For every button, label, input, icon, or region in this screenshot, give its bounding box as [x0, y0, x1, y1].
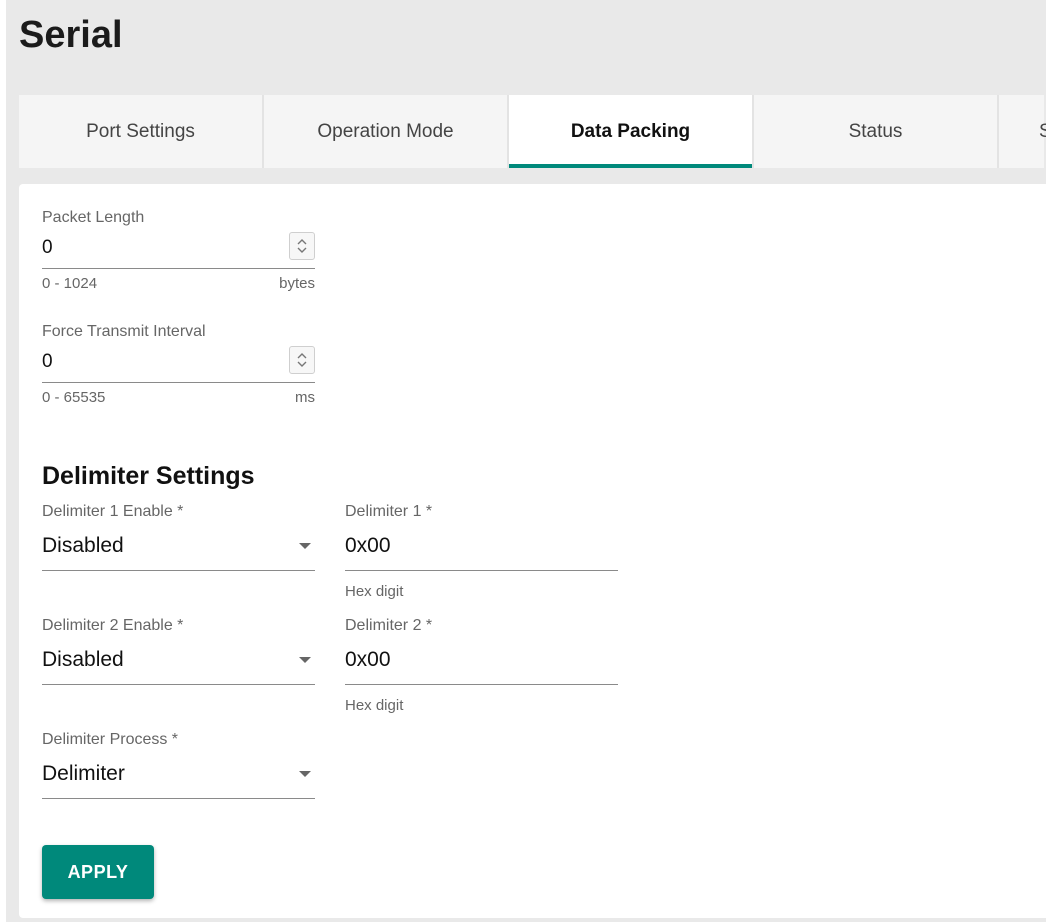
- delimiter2-value[interactable]: 0x00: [345, 648, 391, 672]
- delimiter1-enable-field: Delimiter 1 Enable * Disabled: [42, 502, 315, 571]
- force-transmit-interval-value[interactable]: 0: [42, 351, 53, 373]
- delimiter-process-label: Delimiter Process *: [42, 731, 179, 748]
- delimiter2-field: Delimiter 2 * 0x00 Hex digit: [345, 616, 618, 715]
- delimiter1-label: Delimiter 1 *: [345, 503, 433, 520]
- delimiter1-enable-value[interactable]: Disabled: [42, 534, 124, 558]
- delimiter1-enable-select[interactable]: Disabled: [42, 522, 315, 571]
- delimiter2-hint-row: Hex digit: [345, 697, 618, 715]
- delimiter2-enable-field: Delimiter 2 Enable * Disabled: [42, 616, 315, 685]
- delimiter1-value[interactable]: 0x00: [345, 534, 391, 558]
- packet-length-input[interactable]: 0: [42, 228, 315, 269]
- packet-length-unit: bytes: [279, 275, 315, 292]
- page-title: Serial: [19, 14, 123, 56]
- tab-operation-mode[interactable]: Operation Mode: [264, 95, 509, 168]
- packet-length-label: Packet Length: [42, 209, 145, 226]
- tab-data-packing[interactable]: Data Packing: [509, 95, 754, 168]
- delimiter1-field: Delimiter 1 * 0x00 Hex digit: [345, 502, 618, 601]
- force-transmit-interval-unit: ms: [295, 389, 315, 406]
- packet-length-hint: 0 - 1024 bytes: [42, 275, 315, 293]
- force-transmit-interval-label: Force Transmit Interval: [42, 323, 206, 340]
- force-transmit-interval-stepper-icon[interactable]: [289, 346, 315, 374]
- delimiter1-hint: Hex digit: [345, 583, 404, 600]
- tab-bar: Port Settings Operation Mode Data Packin…: [19, 95, 1046, 168]
- caret-down-icon[interactable]: [299, 771, 311, 777]
- delimiter2-hint: Hex digit: [345, 697, 404, 714]
- force-transmit-interval-hint: 0 - 65535 ms: [42, 389, 315, 407]
- delimiter-process-field: Delimiter Process * Delimiter: [42, 730, 315, 799]
- packet-length-range: 0 - 1024: [42, 275, 98, 292]
- delimiter1-enable-label: Delimiter 1 Enable *: [42, 503, 184, 520]
- packet-length-field: Packet Length 0 0 - 1024 bytes: [42, 208, 315, 293]
- data-packing-panel: Packet Length 0 0 - 1024 bytes Force Tra…: [19, 184, 1046, 918]
- left-edge: [0, 0, 6, 922]
- delimiter2-input[interactable]: 0x00: [345, 636, 618, 685]
- force-transmit-interval-range: 0 - 65535: [42, 389, 106, 406]
- delimiter2-enable-value[interactable]: Disabled: [42, 648, 124, 672]
- packet-length-stepper-icon[interactable]: [289, 232, 315, 260]
- force-transmit-interval-input[interactable]: 0: [42, 342, 315, 383]
- delimiter-process-value[interactable]: Delimiter: [42, 762, 125, 786]
- tab-partial[interactable]: S: [999, 95, 1046, 168]
- delimiter-settings-title: Delimiter Settings: [42, 462, 255, 490]
- force-transmit-interval-field: Force Transmit Interval 0 0 - 65535 ms: [42, 322, 315, 407]
- packet-length-value[interactable]: 0: [42, 237, 53, 259]
- caret-down-icon[interactable]: [299, 657, 311, 663]
- delimiter-process-select[interactable]: Delimiter: [42, 750, 315, 799]
- caret-down-icon[interactable]: [299, 543, 311, 549]
- delimiter1-hint-row: Hex digit: [345, 583, 618, 601]
- delimiter1-input[interactable]: 0x00: [345, 522, 618, 571]
- delimiter2-enable-label: Delimiter 2 Enable *: [42, 617, 184, 634]
- delimiter2-enable-select[interactable]: Disabled: [42, 636, 315, 685]
- tab-port-settings[interactable]: Port Settings: [19, 95, 264, 168]
- apply-button[interactable]: APPLY: [42, 845, 154, 899]
- tab-status[interactable]: Status: [754, 95, 999, 168]
- delimiter2-label: Delimiter 2 *: [345, 617, 433, 634]
